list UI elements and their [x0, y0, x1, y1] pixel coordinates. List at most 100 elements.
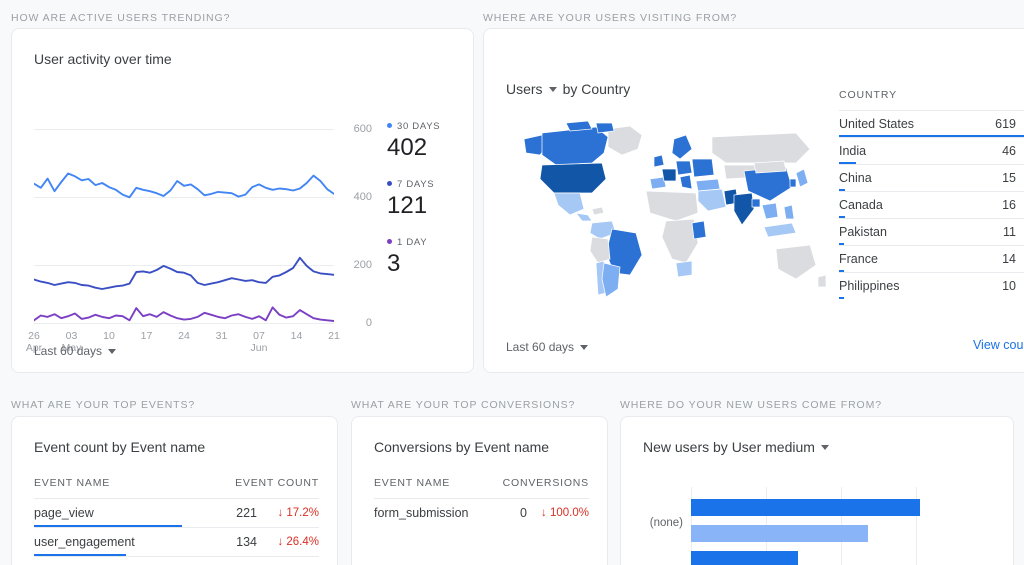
- event-count: 134: [236, 535, 257, 549]
- trend-up-icon: ↑: [1016, 254, 1024, 265]
- chevron-down-icon: [580, 344, 589, 350]
- trend-up-icon: ↑: [1016, 146, 1024, 157]
- conversions-col-name: EVENT NAME: [374, 477, 451, 489]
- x-tick-14: 14: [290, 330, 303, 342]
- country-users: 11: [1003, 225, 1016, 239]
- event-name: user_engagement: [34, 535, 135, 549]
- legend-dot-icon: [387, 181, 392, 186]
- card-users-by-country: Users by Country COUNTRY United States 6…: [483, 28, 1024, 373]
- country-name: Philippines: [839, 279, 900, 293]
- country-row[interactable]: India 46↑: [839, 137, 1024, 164]
- card-top-conversions: Conversions by Event name EVENT NAME CON…: [351, 416, 608, 565]
- events-rows: page_view 221 ↓ 17.2% user_engagement 134 ↓ 2…: [34, 498, 319, 565]
- legend-30-days: 30 DAYS 402: [387, 121, 440, 162]
- event-delta: ↓ 17.2%: [277, 507, 319, 519]
- country-row[interactable]: Pakistan 11: [839, 218, 1024, 245]
- card-title-new-users: New users by User medium: [643, 439, 829, 455]
- section-title-newusers: WHERE DO YOUR NEW USERS COME FROM?: [620, 399, 883, 411]
- user-activity-lines: [34, 172, 334, 322]
- card-top-events: Event count by Event name EVENT NAME EVE…: [11, 416, 338, 565]
- legend-1-day-value: 3: [387, 250, 401, 277]
- country-users: 10: [1002, 279, 1016, 293]
- card-title-user-activity: User activity over time: [34, 51, 172, 67]
- country-name: China: [839, 171, 872, 185]
- legend-30-days-label: 30 DAYS: [387, 121, 440, 132]
- conversions-table-header: EVENT NAME CONVERSIONS: [374, 477, 589, 498]
- country-name: Canada: [839, 198, 883, 212]
- event-delta: ↓ 26.4%: [277, 536, 319, 548]
- date-range-label: Last 60 days: [34, 344, 103, 358]
- bar[interactable]: [691, 551, 798, 565]
- country-bar: [839, 296, 844, 299]
- bar[interactable]: [691, 499, 920, 516]
- country-row[interactable]: Canada 16: [839, 191, 1024, 218]
- card-title-suffix: by Country: [562, 81, 631, 97]
- section-title-activity: HOW ARE ACTIVE USERS TRENDING?: [11, 12, 231, 24]
- card-new-users: New users by User medium (none): [620, 416, 1014, 565]
- table-row[interactable]: session_start155↓ 9.5%: [34, 556, 319, 565]
- x-tick-10: 10: [103, 330, 115, 342]
- user-activity-chart: [34, 87, 334, 327]
- chevron-down-icon[interactable]: [548, 86, 557, 92]
- bar-category-label: (none): [649, 517, 683, 529]
- events-col-name: EVENT NAME: [34, 477, 111, 489]
- table-row[interactable]: form_submission 0 ↓ 100.0%: [374, 498, 589, 527]
- chevron-down-icon: [108, 348, 117, 354]
- country-table: COUNTRY United States619India46↑China15C…: [839, 89, 1024, 299]
- country-name: Pakistan: [839, 225, 887, 239]
- legend-1-day: 1 DAY 3: [387, 237, 427, 278]
- section-title-conversions: WHAT ARE YOUR TOP CONVERSIONS?: [351, 399, 576, 411]
- conversions-col-count: CONVERSIONS: [502, 477, 589, 489]
- y-tick-200: 200: [353, 259, 372, 271]
- country-users: 16: [1002, 198, 1016, 212]
- date-range-selector-country[interactable]: Last 60 days: [506, 340, 589, 354]
- country-name: United States: [839, 117, 915, 131]
- dashboard-page: HOW ARE ACTIVE USERS TRENDING? User acti…: [0, 0, 1024, 565]
- table-row[interactable]: user_engagement 134 ↓ 26.4%: [34, 527, 319, 556]
- legend-1-day-label: 1 DAY: [387, 237, 427, 248]
- country-row[interactable]: Philippines 10↑: [839, 272, 1024, 299]
- new-users-dimension-label: New users by User medium: [643, 439, 815, 455]
- table-row[interactable]: page_view 221 ↓ 17.2%: [34, 498, 319, 527]
- conversion-event-name: form_submission: [374, 506, 469, 520]
- events-table-header: EVENT NAME EVENT COUNT: [34, 477, 319, 498]
- card-title-top-events: Event count by Event name: [34, 439, 206, 455]
- legend-7-days-label: 7 DAYS: [387, 179, 434, 190]
- card-title-top-conversions: Conversions by Event name: [374, 439, 550, 455]
- conversion-count: 0: [520, 506, 527, 520]
- country-row[interactable]: United States 619: [839, 110, 1024, 137]
- bar[interactable]: [691, 525, 868, 542]
- y-tick-400: 400: [353, 191, 372, 203]
- event-name: page_view: [34, 506, 94, 520]
- country-row[interactable]: China 15: [839, 164, 1024, 191]
- country-table-header: COUNTRY: [839, 89, 898, 101]
- y-tick-0: 0: [365, 317, 372, 329]
- x-tick-31: 31: [215, 330, 228, 342]
- metric-selector[interactable]: Users: [506, 81, 543, 97]
- date-range-selector-activity[interactable]: Last 60 days: [34, 344, 117, 358]
- world-map[interactable]: [496, 117, 827, 322]
- legend-30-days-value: 402: [387, 134, 428, 161]
- country-rows: United States619India46↑ China 15 Canada 16 P…: [839, 110, 1024, 299]
- legend-7-days: 7 DAYS 121: [387, 179, 434, 220]
- section-title-events: WHAT ARE YOUR TOP EVENTS?: [11, 399, 196, 411]
- country-users: 14: [1002, 252, 1016, 266]
- trend-up-icon: ↑: [1016, 281, 1024, 292]
- card-user-activity: User activity over time 600 400 200 0 26…: [11, 28, 474, 373]
- country-users: 15: [1002, 171, 1016, 185]
- conversions-rows: form_submission 0 ↓ 100.0%: [374, 498, 589, 527]
- chevron-down-icon[interactable]: [820, 444, 829, 450]
- country-row[interactable]: France 14↑: [839, 245, 1024, 272]
- legend-dot-icon: [387, 239, 392, 244]
- country-users: 46: [1002, 144, 1016, 158]
- card-title-users-by-country: Users by Country: [506, 81, 630, 97]
- date-range-label: Last 60 days: [506, 340, 575, 354]
- legend-7-days-value: 121: [387, 192, 428, 219]
- new-users-bar-chart: (none): [650, 487, 991, 565]
- event-count: 221: [236, 506, 257, 520]
- view-countries-link[interactable]: View countries: [973, 338, 1024, 352]
- conversion-delta: ↓ 100.0%: [541, 507, 589, 519]
- events-col-count: EVENT COUNT: [235, 477, 319, 489]
- x-tick-07: 07 Jun: [250, 330, 268, 354]
- world-map-svg: [523, 120, 827, 298]
